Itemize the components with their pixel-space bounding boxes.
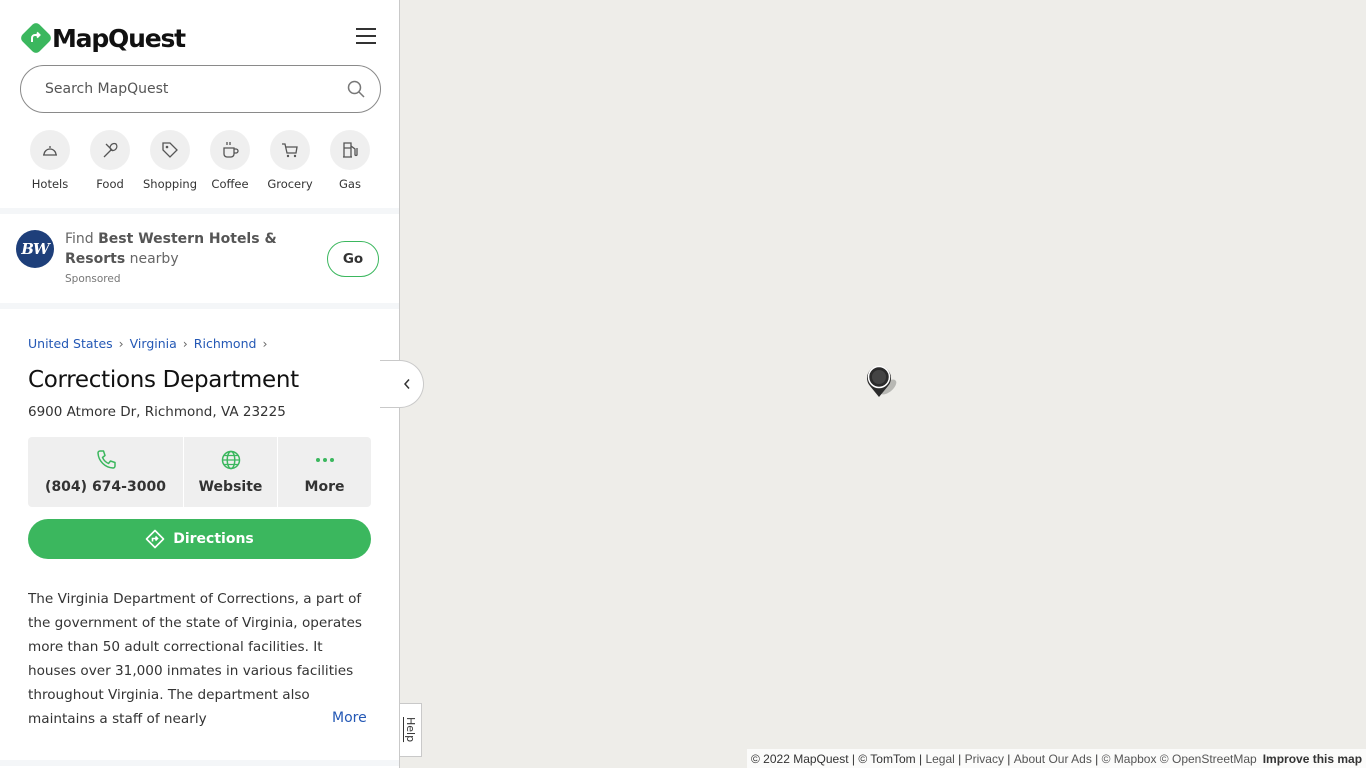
category-label: Coffee (211, 177, 249, 191)
logo-text: MapQuest (52, 23, 186, 53)
divider (0, 760, 399, 766)
phone-icon (96, 450, 116, 469)
help-tab[interactable]: Help (400, 703, 422, 757)
globe-icon (221, 450, 240, 470)
phone-number: (804) 674-3000 (45, 479, 166, 495)
hamburger-icon[interactable] (356, 28, 376, 46)
place-title: Corrections Department (28, 367, 299, 393)
bell-icon (43, 146, 57, 156)
description-fade (270, 708, 330, 732)
search-icon[interactable] (346, 79, 366, 99)
directions-label: Directions (173, 531, 254, 547)
more-label: More (304, 479, 345, 495)
category-coffee[interactable]: Coffee (200, 130, 260, 191)
phone-button[interactable]: (804) 674-3000 (28, 437, 184, 507)
ad-nearby-text: nearby (129, 251, 179, 267)
more-dots-icon (315, 458, 334, 462)
category-grocery[interactable]: Grocery (260, 130, 320, 191)
cart-icon (282, 143, 298, 158)
ad-go-button[interactable]: Go (327, 241, 379, 277)
tag-icon (162, 142, 178, 158)
map-canvas[interactable] (400, 0, 1366, 768)
about-ads-link[interactable]: About Our Ads (1014, 752, 1092, 766)
divider (0, 303, 399, 309)
category-gas[interactable]: Gas (320, 130, 380, 191)
category-label: Gas (339, 177, 361, 191)
improve-map-link[interactable]: Improve this map (1263, 752, 1362, 766)
website-button[interactable]: Website (184, 437, 278, 507)
category-label: Grocery (267, 177, 313, 191)
chevron-right-icon: › (118, 336, 124, 351)
map-attribution: © 2022 MapQuest | © TomTom | Legal | Pri… (747, 749, 1366, 768)
directions-button[interactable]: Directions (28, 519, 371, 559)
directions-icon (145, 529, 165, 549)
attribution-copyright: © 2022 MapQuest | © TomTom | (751, 751, 923, 766)
mapquest-logo[interactable]: MapQuest (19, 21, 186, 55)
place-actions: (804) 674-3000 Website More (28, 437, 371, 507)
chevron-left-icon (403, 379, 410, 389)
more-actions-button[interactable]: More (278, 437, 371, 507)
divider (0, 208, 399, 214)
search-box (20, 65, 381, 113)
category-food[interactable]: Food (80, 130, 140, 191)
help-label: Help (404, 717, 417, 743)
website-label: Website (198, 479, 263, 495)
utensils-icon (103, 142, 118, 158)
description-more-link[interactable]: More (332, 710, 367, 726)
sponsored-ad-text[interactable]: Find Best Western Hotels & Resorts nearb… (65, 229, 315, 269)
coffee-cup-icon (223, 142, 239, 158)
place-address: 6900 Atmore Dr, Richmond, VA 23225 (28, 404, 286, 420)
category-shortcuts: Hotels Food Shopping Coffee Grocery Gas (20, 130, 380, 191)
chevron-right-icon: › (262, 336, 268, 351)
ad-find-text: Find (65, 231, 94, 247)
search-input[interactable] (45, 81, 346, 97)
category-hotels[interactable]: Hotels (20, 130, 80, 191)
mapbox-osm-link[interactable]: © Mapbox © OpenStreetMap (1102, 752, 1257, 766)
breadcrumb-richmond[interactable]: Richmond (194, 336, 257, 351)
privacy-link[interactable]: Privacy (965, 752, 1004, 766)
category-label: Shopping (142, 177, 197, 191)
category-label: Hotels (31, 177, 69, 191)
breadcrumb: United States › Virginia › Richmond › (28, 336, 267, 351)
legal-link[interactable]: Legal (925, 752, 954, 766)
gas-pump-icon (343, 142, 358, 158)
chevron-right-icon: › (182, 336, 188, 351)
logo-arrow-icon (19, 21, 53, 55)
category-label: Food (96, 177, 124, 191)
category-shopping[interactable]: Shopping (140, 130, 200, 191)
breadcrumb-virginia[interactable]: Virginia (130, 336, 177, 351)
sponsored-label: Sponsored (65, 273, 121, 285)
best-western-logo[interactable]: BW (16, 230, 54, 268)
side-panel: MapQuest Hotels Food Shopping Coffee (0, 0, 400, 768)
breadcrumb-united-states[interactable]: United States (28, 336, 113, 351)
location-pin-icon[interactable] (864, 362, 908, 406)
